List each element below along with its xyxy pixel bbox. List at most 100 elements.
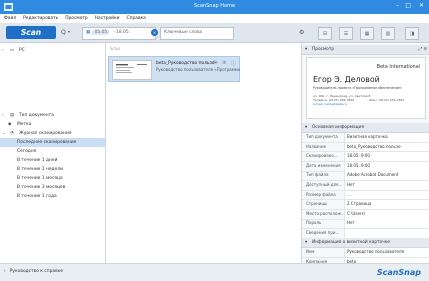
property-value[interactable]: C:\Users\ <box>344 209 429 219</box>
details-view-icon[interactable]: ☰ <box>339 27 353 40</box>
property-key: Размер файла <box>306 191 336 197</box>
business-card-thumbnail-icon <box>116 64 147 73</box>
document-list-pane: Scan beta_Руководство пользо-- Руководст… <box>106 43 301 263</box>
sidebar-item-scan-history[interactable]: ⌄ ◔ Журнал сканирования <box>0 129 106 138</box>
panel-toggle-icon[interactable]: ◨ <box>405 27 419 40</box>
preview-section-title: Просмотр <box>312 47 335 52</box>
guide-label: Руководство к справке <box>9 269 64 274</box>
menu-bar: Файл Редактировать Просмотр Настройки Сп… <box>0 14 429 23</box>
chevron-down-icon: ▾ <box>305 47 308 52</box>
chevron-down-icon[interactable]: ▾ <box>68 29 70 34</box>
preview-header[interactable]: ▾ Просмотр ⤢ ⊕ <box>302 45 429 55</box>
card-info-header[interactable]: ▾ Информация о визитной карточке <box>302 238 429 248</box>
property-key: Доступный для... <box>306 182 343 187</box>
sidebar-item-label: Журнал сканирования <box>19 131 72 136</box>
sidebar-item-1-week[interactable]: В течение 1 недели <box>0 165 106 174</box>
card-company: Beta International <box>376 65 420 70</box>
sidebar-item-tag[interactable]: ◆ Метка <box>0 120 106 129</box>
sidebar-item-1-year[interactable]: В течение 1 года <box>0 192 106 201</box>
property-key: Тип файла <box>306 172 329 178</box>
property-row[interactable]: Место располож... C:\Users\ <box>302 209 429 220</box>
clear-date-icon[interactable]: ✕ <box>151 29 158 36</box>
chevron-right-icon: › <box>2 113 4 118</box>
sidebar-item-label: Последнее сканирование <box>17 140 77 145</box>
date-from: 05.05. <box>91 30 109 35</box>
property-value[interactable]: 18.05. 9:00 <box>344 152 429 161</box>
basic-info-title: Основная информация <box>312 125 364 130</box>
property-row[interactable]: Размер файла... <box>302 190 429 201</box>
property-value[interactable]: 18.05. 9:00 <box>344 161 429 171</box>
sidebar-item-label: В течение 3 месяцев <box>17 185 66 190</box>
window-title: ScanSnap Home <box>193 3 236 9</box>
menu-file[interactable]: Файл <box>4 16 16 21</box>
property-row[interactable]: Сканировано... 18.05. 9:00 <box>302 152 429 162</box>
tile-view-icon[interactable]: ▥ <box>381 27 395 40</box>
property-row[interactable]: Дата изменения 18.05. 9:00 <box>302 161 429 172</box>
document-icon: ▤ <box>10 113 15 118</box>
property-value[interactable]: Нет <box>344 181 429 190</box>
sidebar-item-3-months[interactable]: В течение 3 месяцев <box>0 183 106 192</box>
sidebar-item-pc[interactable]: › ▭ PC <box>0 46 106 55</box>
property-key: Дата изменения <box>306 162 341 168</box>
property-row[interactable]: Страницы 2 Страница <box>302 200 429 210</box>
list-view-toggle-icon[interactable]: ⊟ <box>318 27 332 40</box>
property-row[interactable]: Доступный для... Нет <box>302 181 429 191</box>
menu-view[interactable]: Просмотр <box>65 16 88 21</box>
list-path: Scan <box>110 46 121 51</box>
scan-button[interactable]: Scan <box>6 26 56 39</box>
guide-link[interactable]: › Руководство к справке <box>4 269 63 274</box>
card-property-row[interactable]: Имя Руководство пользователя <box>302 248 429 258</box>
close-button[interactable]: ✕ <box>419 2 424 10</box>
sidebar-item-label: В течение 1 недели <box>17 167 63 172</box>
property-value[interactable]: 2 Страница <box>344 200 429 209</box>
card-name: Егор Э. Деловой <box>313 75 380 84</box>
property-row[interactable]: Пароль Нет <box>302 219 429 230</box>
grid-view-icon[interactable]: ▦ <box>360 27 374 40</box>
property-value[interactable]: Нет <box>344 219 429 229</box>
minimize-button[interactable]: – <box>396 2 399 10</box>
basic-info-header[interactable]: ▾ Основная информация <box>302 123 429 133</box>
property-value[interactable]: Визитная карточка <box>344 133 429 142</box>
chevron-right-icon: › <box>2 48 4 53</box>
chevron-down-icon: ▾ <box>305 240 308 245</box>
search-icon[interactable]: Q <box>61 29 66 36</box>
sidebar-item-last-scan[interactable]: Последнее сканирование <box>0 138 106 147</box>
property-row[interactable]: Тип файла Adobe Acrobat Document <box>302 171 429 182</box>
business-card-preview[interactable]: Beta International Егор Э. Деловой Руков… <box>306 57 426 119</box>
menu-help[interactable]: Справка <box>127 16 146 21</box>
card-property-value[interactable]: Руководство пользователя <box>344 248 429 257</box>
mail-icon[interactable]: ✉ <box>213 60 217 66</box>
maximize-button[interactable]: □ <box>405 2 411 10</box>
sidebar-item-today[interactable]: Сегодня <box>0 147 106 156</box>
sidebar-item-document-type[interactable]: › ▤ Тип документа <box>0 111 106 120</box>
status-bar: › Руководство к справке ScanSnap <box>0 263 429 281</box>
sidebar-item-label: В течение 1 дней <box>17 158 58 163</box>
list-item-subtitle: Руководство пользователя «Программное об… <box>156 67 240 72</box>
document-thumbnail <box>112 60 152 80</box>
search-input[interactable]: Ключевые слова <box>160 27 234 40</box>
chevron-down-icon: ▾ <box>305 125 308 130</box>
sidebar-item-1-month[interactable]: В течение 1 месяца <box>0 174 106 183</box>
list-item[interactable]: beta_Руководство пользо-- Руководство по… <box>108 56 240 82</box>
chevron-right-icon: › <box>4 269 6 274</box>
menu-edit[interactable]: Редактировать <box>23 16 58 21</box>
gear-icon[interactable]: ⚙ <box>299 29 304 36</box>
search-placeholder: Ключевые слова <box>164 30 203 35</box>
share-icon[interactable]: ⊕ <box>222 60 226 66</box>
property-key: Тип документа <box>306 134 338 139</box>
date-range-field[interactable]: ▦ 05.05. - 18.05. <box>82 27 156 40</box>
menu-settings[interactable]: Настройки <box>95 16 120 21</box>
property-value[interactable]: ... <box>344 190 429 200</box>
zoom-icon[interactable]: ⤢ ⊕ <box>419 47 429 52</box>
sidebar-item-1-day[interactable]: В течение 1 дней <box>0 156 106 165</box>
info-icon[interactable]: ⓘ <box>231 60 236 67</box>
property-key: Название <box>306 143 327 149</box>
property-value[interactable] <box>344 229 429 238</box>
property-value[interactable]: Adobe Acrobat Document <box>344 171 429 181</box>
card-email: e-mail: name@beta.ru <box>313 102 347 106</box>
sidebar-item-label: Метка <box>17 122 32 127</box>
property-row[interactable]: Название beta_Руководство пользо- <box>302 142 429 153</box>
property-value[interactable]: beta_Руководство пользо- <box>344 142 429 152</box>
property-key: Сведения при... <box>306 230 340 235</box>
property-row[interactable]: Тип документа Визитная карточка <box>302 133 429 143</box>
